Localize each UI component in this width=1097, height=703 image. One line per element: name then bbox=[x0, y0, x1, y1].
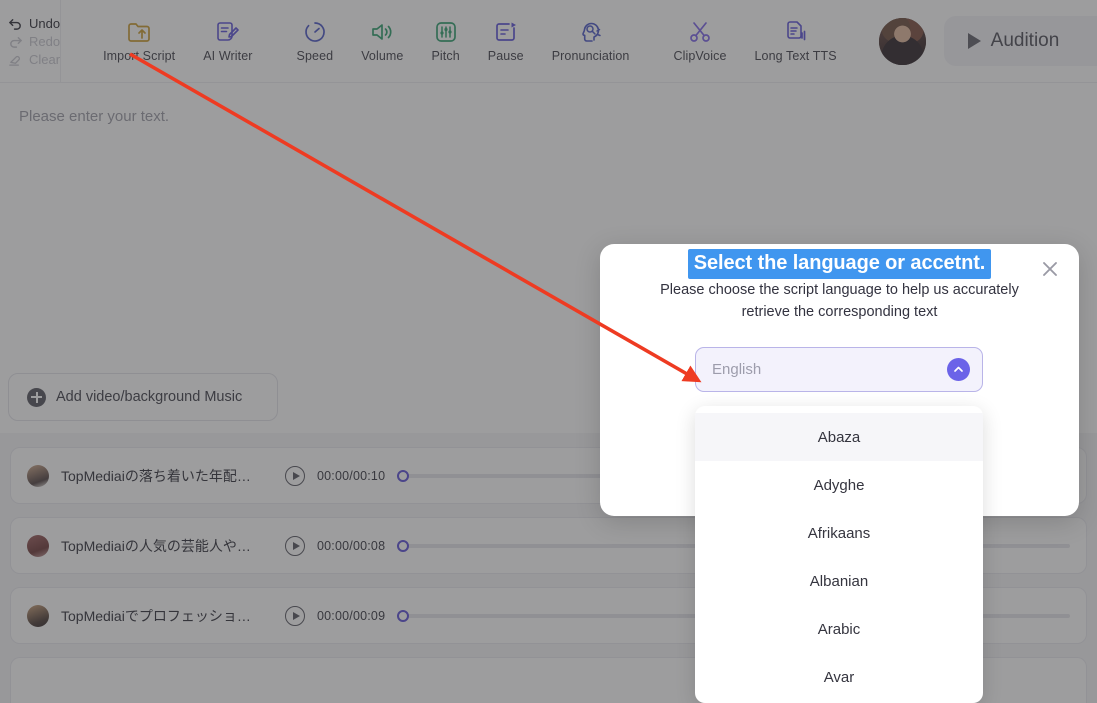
dialog-title-text: Select the language or accetnt. bbox=[687, 249, 992, 279]
language-select-value: English bbox=[712, 361, 762, 378]
app-root: Undo Redo Clear bbox=[0, 0, 1097, 703]
list-item[interactable]: Abaza bbox=[695, 413, 983, 461]
list-item[interactable]: Adyghe bbox=[695, 461, 983, 509]
language-dropdown-list[interactable]: Abaza Adyghe Afrikaans Albanian Arabic A… bbox=[695, 406, 983, 703]
list-item[interactable]: Afrikaans bbox=[695, 509, 983, 557]
list-item[interactable]: Avar bbox=[695, 653, 983, 701]
dialog-title: Select the language or accetnt. bbox=[600, 249, 1079, 279]
chevron-up-icon[interactable] bbox=[947, 358, 970, 381]
dialog-subtitle: Please choose the script language to hel… bbox=[660, 282, 1019, 320]
list-item[interactable]: Arabic bbox=[695, 605, 983, 653]
list-item[interactable]: Albanian bbox=[695, 557, 983, 605]
language-select-input[interactable]: English bbox=[695, 347, 983, 392]
